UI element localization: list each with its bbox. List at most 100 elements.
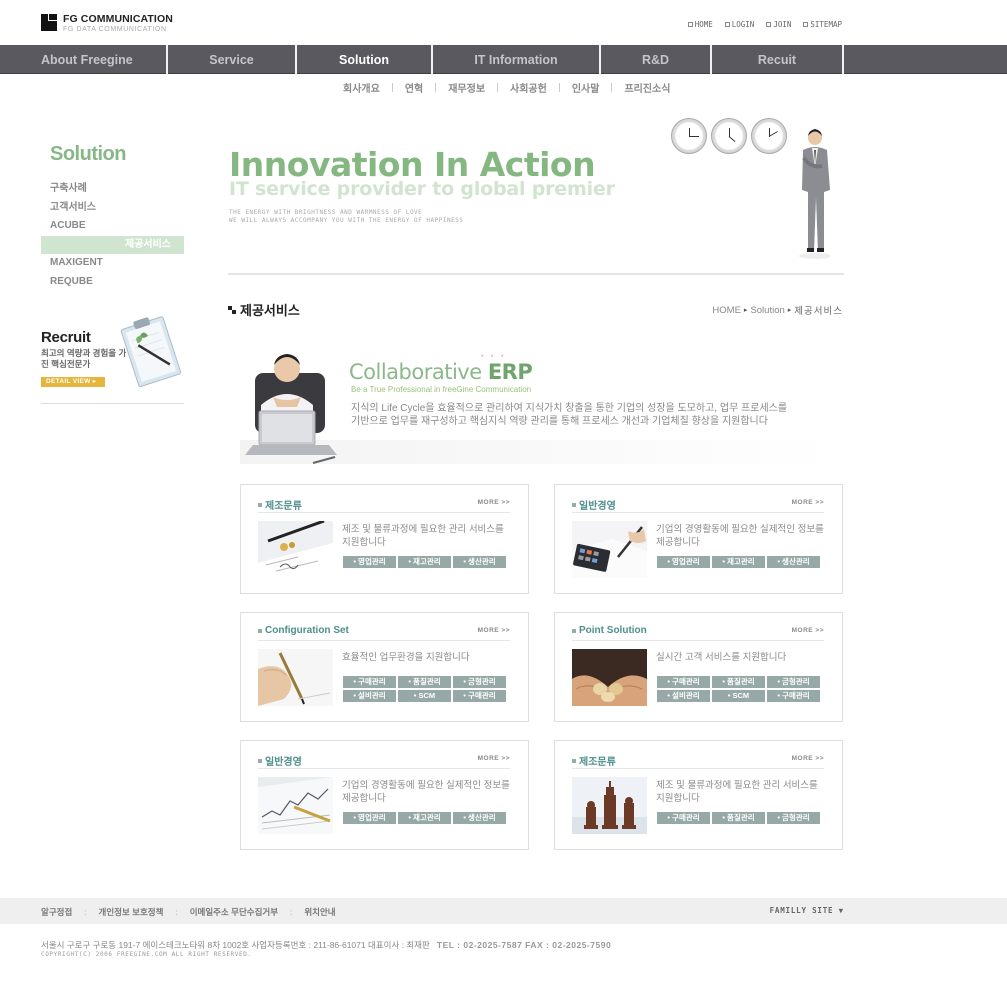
brand-name: FG COMMUNICATION xyxy=(63,13,173,25)
tag-button[interactable]: • 구매관리 xyxy=(343,676,396,688)
side-nav-item[interactable]: ACUBE xyxy=(41,217,184,236)
hero-divider xyxy=(228,273,844,275)
card-desc: 효율적인 업무환경을 지원합니다 xyxy=(342,652,470,663)
tag-button[interactable]: • 영업관리 xyxy=(343,556,396,568)
divider xyxy=(391,83,393,92)
util-join-link[interactable]: JOIN xyxy=(766,20,791,29)
side-nav-item[interactable]: REQUBE xyxy=(41,273,184,292)
brand-logo[interactable]: FG COMMUNICATION FG DATA COMMUNICATION xyxy=(41,14,173,34)
tag-button[interactable]: • 설비관리 xyxy=(657,690,710,702)
tag-button[interactable]: • 금형관리 xyxy=(453,676,506,688)
tag-button[interactable]: • 설비관리 xyxy=(343,690,396,702)
breadcrumb: HOME ▸ Solution ▸ 제공서비스 xyxy=(712,303,843,318)
nav-it-information[interactable]: IT Information xyxy=(433,45,601,74)
tag-list: • 구매관리 • 품질관리 • 금형관리 • 설비관리 • SCM • 구매관리 xyxy=(343,676,513,702)
more-link[interactable]: MORE >> xyxy=(792,499,824,506)
sub-nav-item[interactable]: 프리진소식 xyxy=(624,80,670,95)
tag-button[interactable]: • 구매관리 xyxy=(657,812,710,824)
sub-nav: 회사개요 연혁 재무정보 사회공헌 인사말 프리진소식 xyxy=(0,74,1007,98)
writing-hand-image xyxy=(258,649,333,706)
tag-button[interactable]: • 재고관리 xyxy=(398,556,451,568)
nav-service[interactable]: Service xyxy=(168,45,297,74)
service-card: 일반경영 MORE >> 기업의 경영활동에 필요한 실제적인 정보를 제공합니… xyxy=(554,484,843,594)
divider xyxy=(497,83,499,92)
nav-rnd[interactable]: R&D xyxy=(601,45,712,74)
breadcrumb-current: 제공서비스 xyxy=(794,306,843,317)
more-link[interactable]: MORE >> xyxy=(478,755,510,762)
tag-button[interactable]: • 구매관리 xyxy=(767,690,820,702)
tag-list: • 구매관리 • 품질관리 • 금형관리 • 설비관리 • SCM • 구매관리 xyxy=(657,676,827,702)
title-bullet-icon xyxy=(228,305,236,314)
chevron-right-icon: ▸ xyxy=(787,307,792,314)
side-nav-item[interactable]: 구축사례 xyxy=(41,180,184,199)
recruit-title: Recruit xyxy=(41,329,91,346)
tag-button[interactable]: • 품질관리 xyxy=(712,676,765,688)
tag-button[interactable]: • 영업관리 xyxy=(657,556,710,568)
side-nav-item[interactable]: 고객서비스 xyxy=(41,199,184,218)
sub-nav-item[interactable]: 연혁 xyxy=(405,80,423,95)
tag-button[interactable]: • 금형관리 xyxy=(767,676,820,688)
tag-button[interactable]: • 생산관리 xyxy=(453,556,506,568)
tag-list: • 영업관리 • 재고관리 • 생산관리 xyxy=(343,556,513,568)
tag-button[interactable]: • 생산관리 xyxy=(453,812,506,824)
family-site-select[interactable]: FAMILLY SITE ▼ xyxy=(770,906,844,915)
footer-link[interactable]: 개인정보 보호정책 xyxy=(99,906,164,918)
more-link[interactable]: MORE >> xyxy=(792,755,824,762)
tel-fax: TEL : 02-2025-7587 FAX : 02-2025-7590 xyxy=(436,940,612,950)
bullet-icon xyxy=(724,22,730,27)
sub-nav-item[interactable]: 회사개요 xyxy=(343,80,380,95)
erp-description: 지식의 Life Cycle을 효율적으로 관리하여 지식가치 창출을 통한 기… xyxy=(351,403,788,427)
bullet-icon xyxy=(258,758,262,763)
more-link[interactable]: MORE >> xyxy=(792,627,824,634)
recruit-detail-button[interactable]: DETAIL VIEW ▸ xyxy=(41,377,105,387)
tag-button[interactable]: • 금형관리 xyxy=(767,812,820,824)
footer-link[interactable]: 알구정접 xyxy=(41,906,72,918)
more-link[interactable]: MORE >> xyxy=(478,627,510,634)
util-home-link[interactable]: HOME xyxy=(687,20,713,29)
service-card: Point Solution MORE >> 실시간 고객 서비스를 지원합니다… xyxy=(554,612,843,722)
nav-solution[interactable]: Solution xyxy=(297,45,433,74)
tag-button[interactable]: • 재고관리 xyxy=(398,812,451,824)
clock-icon xyxy=(671,118,707,154)
footer-link[interactable]: 이메일주소 무단수집거부 xyxy=(190,906,278,918)
recruit-banner: Recruit 최고의 역량과 경험을 가진 핵심전문가 DETAIL VIEW… xyxy=(41,312,184,404)
nav-about[interactable]: About Freegine xyxy=(0,45,168,74)
tag-button[interactable]: • 구매관리 xyxy=(453,690,506,702)
tag-button[interactable]: • 재고관리 xyxy=(712,556,765,568)
hero-tagline-2: WE WILL ALWAYS ACCOMPANY YOU WITH THE EN… xyxy=(229,217,464,224)
chevron-right-icon: ▸ xyxy=(743,307,748,314)
more-link[interactable]: MORE >> xyxy=(478,499,510,506)
sub-nav-item[interactable]: 사회공헌 xyxy=(510,80,547,95)
logo-mark-icon xyxy=(41,14,57,31)
hero-subtitle: IT service provider to global premier xyxy=(229,178,615,200)
nav-recruit[interactable]: Recuit xyxy=(712,45,844,74)
side-nav-item[interactable]: MAXIGENT xyxy=(41,254,184,273)
breadcrumb-solution[interactable]: Solution xyxy=(750,305,784,316)
tag-button[interactable]: • 품질관리 xyxy=(398,676,451,688)
tag-list: • 영업관리 • 재고관리 • 생산관리 xyxy=(657,556,827,568)
tag-button[interactable]: • 영업관리 xyxy=(343,812,396,824)
main-nav: About Freegine Service Solution IT Infor… xyxy=(0,45,1007,74)
erp-title-b: ERP xyxy=(487,360,533,384)
tag-button[interactable]: • SCM xyxy=(712,690,765,702)
copyright: COPYRIGHT(C) 2006 FREEGINE.COM ALL RIGHT… xyxy=(41,951,252,958)
tag-button[interactable]: • 구매관리 xyxy=(657,676,710,688)
utility-links: HOME LOGIN JOIN SITEMAP xyxy=(687,20,842,29)
breadcrumb-home[interactable]: HOME xyxy=(712,305,741,316)
card-title: Point Solution xyxy=(572,625,647,636)
divider: : xyxy=(175,907,178,917)
erp-title-a: Collaborative xyxy=(349,360,488,384)
side-nav-item-active[interactable]: 제공서비스 xyxy=(41,235,184,254)
divider: : xyxy=(290,907,293,917)
bullet-icon xyxy=(803,22,809,27)
sub-nav-item[interactable]: 인사말 xyxy=(572,80,600,95)
util-login-link[interactable]: LOGIN xyxy=(724,20,754,29)
util-sitemap-link[interactable]: SITEMAP xyxy=(803,20,842,29)
bullet-icon xyxy=(572,502,576,507)
footer-link[interactable]: 위치안내 xyxy=(304,906,335,918)
tag-button[interactable]: • 생산관리 xyxy=(767,556,820,568)
tag-button[interactable]: • 품질관리 xyxy=(712,812,765,824)
card-title: 제조문류 xyxy=(258,497,302,512)
tag-button[interactable]: • SCM xyxy=(398,690,451,702)
sub-nav-item[interactable]: 재무정보 xyxy=(448,80,485,95)
